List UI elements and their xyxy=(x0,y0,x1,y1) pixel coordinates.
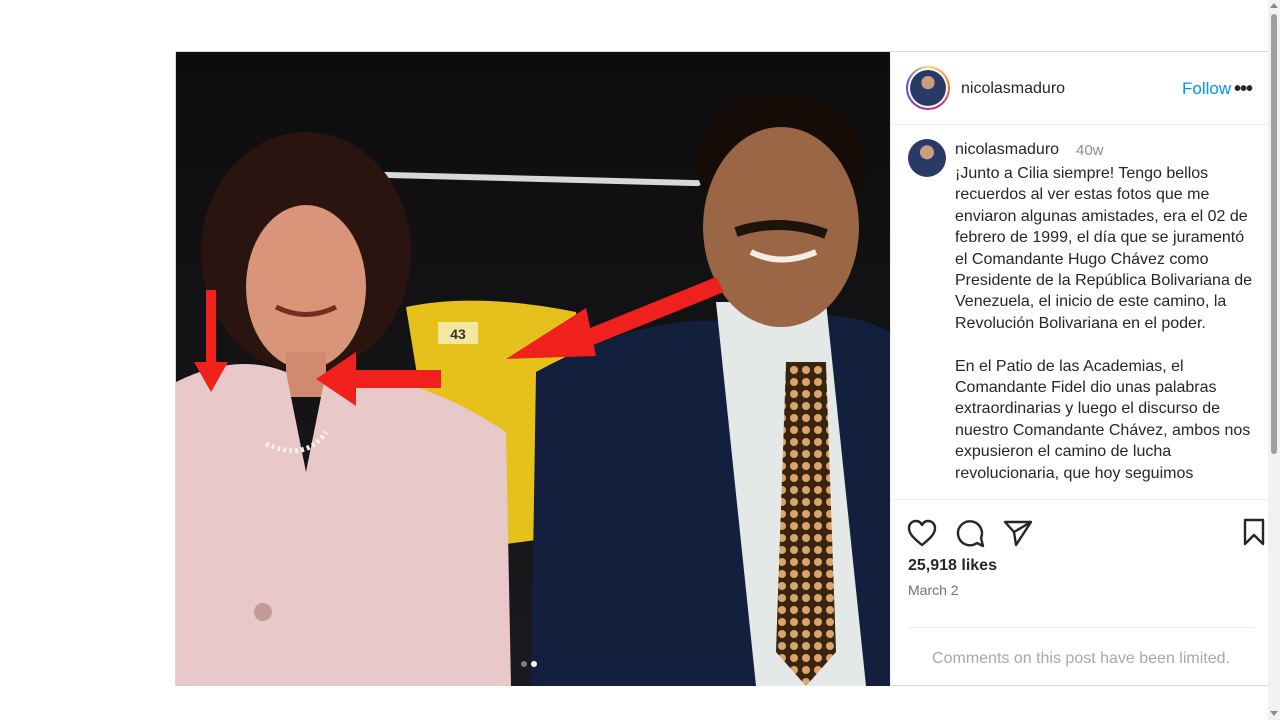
post-photo[interactable]: 43 xyxy=(176,52,891,686)
bookmark-icon[interactable] xyxy=(1242,518,1266,546)
scroll-down-icon[interactable] xyxy=(1270,711,1278,716)
seat-number: 43 xyxy=(450,326,466,342)
post-date[interactable]: March 2 xyxy=(908,582,959,598)
caption-timestamp[interactable]: 40w xyxy=(1076,142,1104,159)
comments-limited-notice: Comments on this post have been limited. xyxy=(908,627,1254,668)
caption-area[interactable]: nicolasmaduro 40w ¡Junto a Cilia siempre… xyxy=(890,125,1256,498)
story-ring[interactable] xyxy=(906,66,950,110)
follow-button[interactable]: Follow xyxy=(1182,79,1231,99)
action-bar: 25,918 likes March 2 Comments on this po… xyxy=(890,499,1270,687)
scroll-thumb[interactable] xyxy=(1271,14,1277,454)
carousel-dots xyxy=(521,661,537,667)
comment-icon[interactable] xyxy=(955,518,985,548)
scroll-up-icon[interactable] xyxy=(1270,3,1278,8)
carousel-dot-active[interactable] xyxy=(531,661,537,667)
avatar[interactable] xyxy=(910,70,946,106)
post-side-panel: nicolasmaduro Follow ••• nicolasmaduro 4… xyxy=(890,52,1270,686)
page-scrollbar[interactable] xyxy=(1268,0,1280,720)
caption-username[interactable]: nicolasmaduro xyxy=(955,141,1059,159)
photo-illustration: 43 xyxy=(176,52,890,686)
more-options-icon[interactable]: ••• xyxy=(1234,78,1253,101)
avatar xyxy=(908,139,946,177)
instagram-post: 43 nicolasmaduro Follow ••• nicolasmadur… xyxy=(175,51,1270,686)
caption-text: ¡Junto a Cilia siempre! Tengo bellos rec… xyxy=(955,165,1253,482)
header-username[interactable]: nicolasmaduro xyxy=(961,80,1065,98)
heart-icon[interactable] xyxy=(907,519,937,547)
share-icon[interactable] xyxy=(1003,519,1033,547)
post-header: nicolasmaduro Follow ••• xyxy=(890,52,1270,125)
carousel-dot[interactable] xyxy=(521,661,527,667)
caption-avatar[interactable] xyxy=(908,139,946,177)
likes-count[interactable]: 25,918 likes xyxy=(908,557,997,575)
